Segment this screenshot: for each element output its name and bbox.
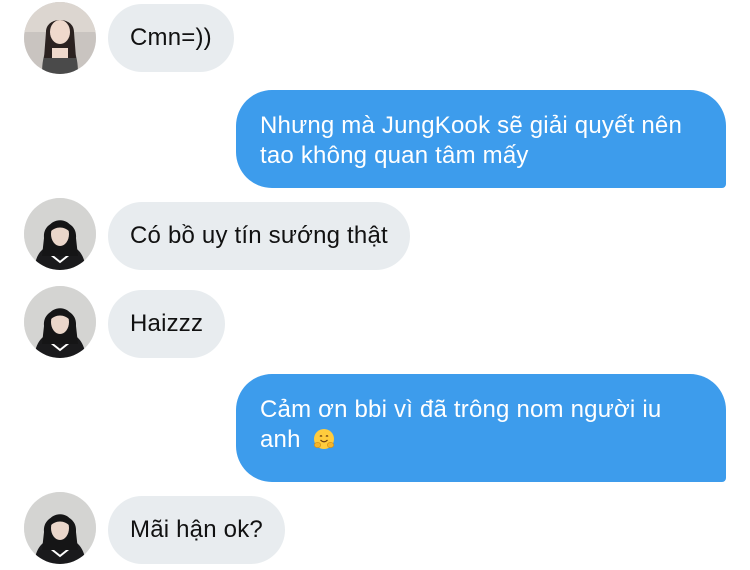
avatar-friend-2-photo: [24, 286, 96, 358]
avatar-friend-2[interactable]: [24, 286, 96, 358]
avatar-friend-2[interactable]: [24, 492, 96, 564]
message-text: Mãi hận ok?: [130, 516, 263, 543]
message-text: Cmn=)): [130, 24, 212, 51]
message-bubble-outgoing[interactable]: Nhưng mà JungKook sẽ giải quyết nên tao …: [236, 90, 726, 188]
avatar-friend-2-photo: [24, 492, 96, 564]
avatar-friend-2[interactable]: [24, 198, 96, 270]
message-bubble-incoming[interactable]: Cmn=)): [108, 4, 234, 72]
message-text: Có bồ uy tín sướng thật: [130, 222, 388, 249]
message-bubble-incoming[interactable]: Haizzz: [108, 290, 226, 358]
message-bubble-incoming[interactable]: Có bồ uy tín sướng thật: [108, 202, 410, 270]
avatar-friend-1-photo: [24, 2, 96, 74]
avatar-friend-1[interactable]: [24, 2, 96, 74]
message-text: Haizzz: [130, 310, 204, 337]
message-text: Nhưng mà JungKook sẽ giải quyết nên tao …: [260, 112, 682, 169]
chat-thread: Cmn=)) Nhưng mà JungKook sẽ giải quyết n…: [0, 0, 750, 570]
message-bubble-incoming[interactable]: Mãi hận ok?: [108, 496, 285, 564]
avatar-friend-2-photo: [24, 198, 96, 270]
hugging-face-emoji-icon: [313, 429, 334, 449]
message-bubble-outgoing[interactable]: Cảm ơn bbi vì đã trông nom người iu anh: [236, 374, 726, 482]
